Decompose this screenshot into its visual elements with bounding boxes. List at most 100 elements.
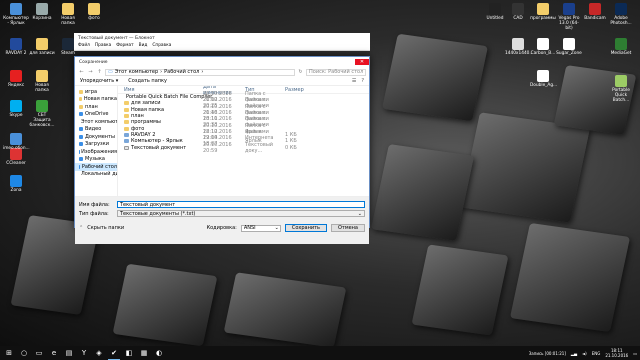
notepad-menu-item[interactable]: Вид: [139, 43, 148, 48]
breadcrumb[interactable]: ▭ Этот компьютер › Рабочий стол ›: [105, 68, 295, 76]
sidebar-item-doc[interactable]: Документы: [75, 133, 117, 141]
sidebar-item-pc[interactable]: Этот компьютер: [75, 118, 117, 126]
link-icon: [124, 132, 129, 137]
network-icon[interactable]: ▂▄: [571, 351, 577, 356]
sidebar-item-folder[interactable]: Новая папка: [75, 96, 117, 104]
task-view-icon[interactable]: ▭: [33, 346, 45, 360]
desktop-icon[interactable]: для записи: [29, 38, 55, 56]
shortcut-icon: [36, 100, 48, 112]
notifications-icon[interactable]: ▭: [633, 351, 637, 356]
desktop-icon[interactable]: Portable Quick Batch...: [608, 75, 634, 103]
notepad-window[interactable]: Текстовый документ — Блокнот Файл Правка Ф…: [74, 33, 370, 51]
sidebar-item-folder[interactable]: план: [75, 103, 117, 111]
breadcrumb-this-pc[interactable]: Этот компьютер: [115, 69, 158, 75]
sidebar-item-label: Загрузки: [85, 141, 109, 148]
system-tray: Запись [00:01:21] ▂▄ ◄) ENG 18:11 21.10.…: [529, 348, 640, 358]
filetype-select[interactable]: Текстовые документы (*.txt) ⌄: [117, 210, 365, 217]
close-button[interactable]: ✕: [355, 59, 369, 65]
up-arrow-icon[interactable]: ↑: [96, 69, 103, 75]
desktop-icon[interactable]: MediaGet: [608, 38, 634, 56]
clock[interactable]: 18:11 21.10.2016: [605, 348, 628, 358]
sidebar-item-down[interactable]: Загрузки: [75, 141, 117, 149]
sidebar-item-img[interactable]: Изображения: [75, 148, 117, 156]
sidebar-item-cloud[interactable]: OneDrive: [75, 111, 117, 119]
language-indicator[interactable]: ENG: [592, 351, 601, 356]
desktop-icon[interactable]: Skype: [3, 100, 29, 118]
cancel-button[interactable]: Отмена: [330, 224, 365, 232]
desktop-icon[interactable]: Vegas Pro 13.0 (64-bit): [556, 3, 582, 31]
view-options-icon[interactable]: ☰: [352, 78, 356, 84]
notepad-menu-item[interactable]: Формат: [116, 43, 133, 48]
desktop-icon[interactable]: Zona: [3, 175, 29, 193]
desktop-icon[interactable]: Sugar_Zone: [556, 38, 582, 56]
column-size[interactable]: Размер: [285, 87, 313, 93]
back-arrow-icon[interactable]: ←: [78, 69, 85, 75]
desktop-icon[interactable]: Steam: [55, 38, 81, 56]
shortcut-icon: [563, 3, 575, 15]
filename-input[interactable]: Текстовый документ: [117, 201, 365, 208]
yandex-icon[interactable]: Y: [78, 346, 90, 360]
folder-icon: [124, 120, 129, 125]
cloud-icon: [79, 112, 83, 117]
desktop-icon[interactable]: Bandicam: [582, 3, 608, 21]
app-icon[interactable]: ✔: [108, 346, 120, 360]
start-icon[interactable]: ⊞: [3, 346, 15, 360]
desktop-icon[interactable]: фото: [81, 3, 107, 21]
search-icon[interactable]: ○: [18, 346, 30, 360]
notepad-titlebar: Текстовый документ — Блокнот: [74, 33, 370, 43]
encoding-select[interactable]: ANSI ⌄: [240, 224, 281, 232]
help-icon[interactable]: ?: [361, 78, 364, 84]
organize-button[interactable]: Упорядочить ▾: [80, 78, 118, 84]
app-icon[interactable]: ◈: [93, 346, 105, 360]
folder-icon: [124, 114, 129, 119]
desktop-icon[interactable]: imeo.обоn...: [3, 133, 30, 151]
notepad-menu-item[interactable]: Справка: [152, 43, 171, 48]
sidebar-item-music[interactable]: Музыка: [75, 156, 117, 164]
refresh-icon[interactable]: ↻: [297, 69, 304, 75]
app-icon[interactable]: ◐: [153, 346, 165, 360]
folder-icon: [124, 107, 129, 112]
chevron-up-icon[interactable]: ⌃: [79, 225, 83, 231]
new-folder-button[interactable]: Создать папку: [128, 78, 167, 84]
desktop-icon[interactable]: RAVDAY 2: [3, 38, 29, 56]
forward-arrow-icon[interactable]: →: [87, 69, 94, 75]
desktop-icon[interactable]: CAD: [505, 3, 531, 21]
sidebar-item-folder[interactable]: игра: [75, 88, 117, 96]
app-icon[interactable]: ◧: [123, 346, 135, 360]
desktop-icon[interactable]: Яндекс: [3, 70, 29, 88]
desktop-icon[interactable]: Компьютер - Ярлык: [3, 3, 29, 26]
recording-status[interactable]: Запись [00:01:21]: [529, 351, 566, 356]
desktop-icon-label: программы: [530, 16, 556, 21]
explorer-icon[interactable]: ▤: [63, 346, 75, 360]
doc-icon: [79, 134, 83, 139]
volume-icon[interactable]: ◄): [582, 351, 587, 356]
hide-folders-button[interactable]: Скрыть папки: [87, 225, 124, 231]
chevron-down-icon: ⌄: [357, 210, 362, 217]
file-row[interactable]: Текстовый документ 20.10.2016 20:59 Тексто…: [118, 142, 369, 154]
desktop-icon[interactable]: Adobe Photosh...: [608, 3, 634, 26]
column-name[interactable]: Имя: [118, 87, 203, 93]
file-name-cell: для записи: [118, 100, 203, 106]
breadcrumb-desktop[interactable]: Рабочий стол: [164, 69, 199, 75]
save-button[interactable]: Сохранить: [284, 224, 327, 232]
desktop-icon-label: Carbon_B...: [530, 51, 556, 56]
desktop-icon[interactable]: Корзина: [29, 3, 55, 21]
sidebar-item-desk[interactable]: Рабочий стол: [75, 163, 117, 171]
desktop-icon[interactable]: Carbon_B...: [530, 38, 556, 56]
desktop-icon[interactable]: Новая папка: [55, 3, 81, 26]
desktop-icon[interactable]: 1440x1440...: [505, 38, 534, 56]
desktop-icon[interactable]: СБТ Защита банковск...: [29, 100, 55, 128]
search-input[interactable]: Поиск: Рабочий стол: [306, 68, 366, 76]
sidebar-item-disk[interactable]: Локальный диск: [75, 171, 117, 179]
desktop-icon[interactable]: Новая папка: [29, 70, 55, 93]
shortcut-icon: [615, 75, 627, 87]
sidebar-item-video[interactable]: Видео: [75, 126, 117, 134]
desktop-icon-label: RAVDAY 2: [5, 51, 27, 56]
desktop-icon[interactable]: программы: [530, 3, 556, 21]
file-list: Имя Дата изменения Тип Размер Portable Q…: [118, 86, 369, 196]
notepad-menu-item[interactable]: Правка: [95, 43, 111, 48]
edge-icon[interactable]: e: [48, 346, 60, 360]
desktop-icon-label: Bandicam: [584, 16, 606, 21]
desktop-icon[interactable]: Double_Ag...: [530, 70, 557, 88]
app-icon[interactable]: ▦: [138, 346, 150, 360]
